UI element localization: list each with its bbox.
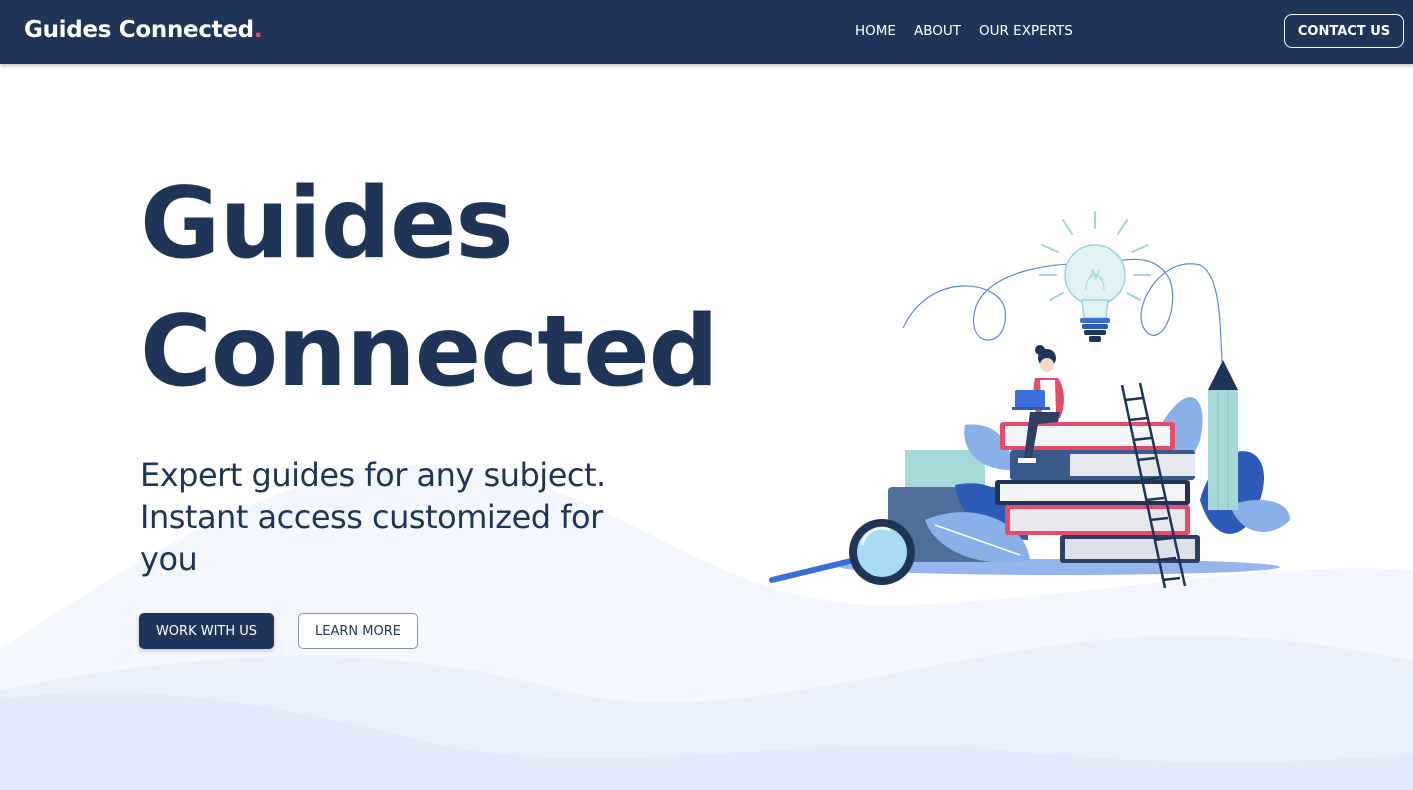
top-navbar: Guides Connected. HOME ABOUT OUR EXPERTS… [0, 0, 1413, 64]
brand-text: Guides Connected [24, 17, 254, 43]
lightbulb-icon [1039, 211, 1151, 342]
main-nav: HOME ABOUT OUR EXPERTS [855, 23, 1073, 39]
pencil-icon [1208, 360, 1238, 510]
hero-title: Guides Connected [140, 160, 719, 416]
hero-title-line2: Connected [140, 295, 719, 409]
contact-us-button[interactable]: CONTACT US [1284, 14, 1404, 48]
brand-dot: . [253, 17, 263, 43]
magnifying-glass-icon [769, 519, 915, 585]
nav-about-link[interactable]: ABOUT [914, 23, 961, 39]
hero-illustration [769, 211, 1290, 589]
hero-subtitle: Expert guides for any subject. Instant a… [140, 456, 606, 578]
laptop-icon [1012, 390, 1050, 410]
hero-title-line1: Guides [140, 167, 514, 281]
brand-logo[interactable]: Guides Connected. [24, 17, 263, 43]
nav-our-experts-link[interactable]: OUR EXPERTS [979, 23, 1073, 39]
nav-home-link[interactable]: HOME [855, 23, 896, 39]
learn-more-button[interactable]: LEARN MORE [298, 613, 418, 649]
work-with-us-button[interactable]: WORK WITH US [139, 613, 274, 649]
